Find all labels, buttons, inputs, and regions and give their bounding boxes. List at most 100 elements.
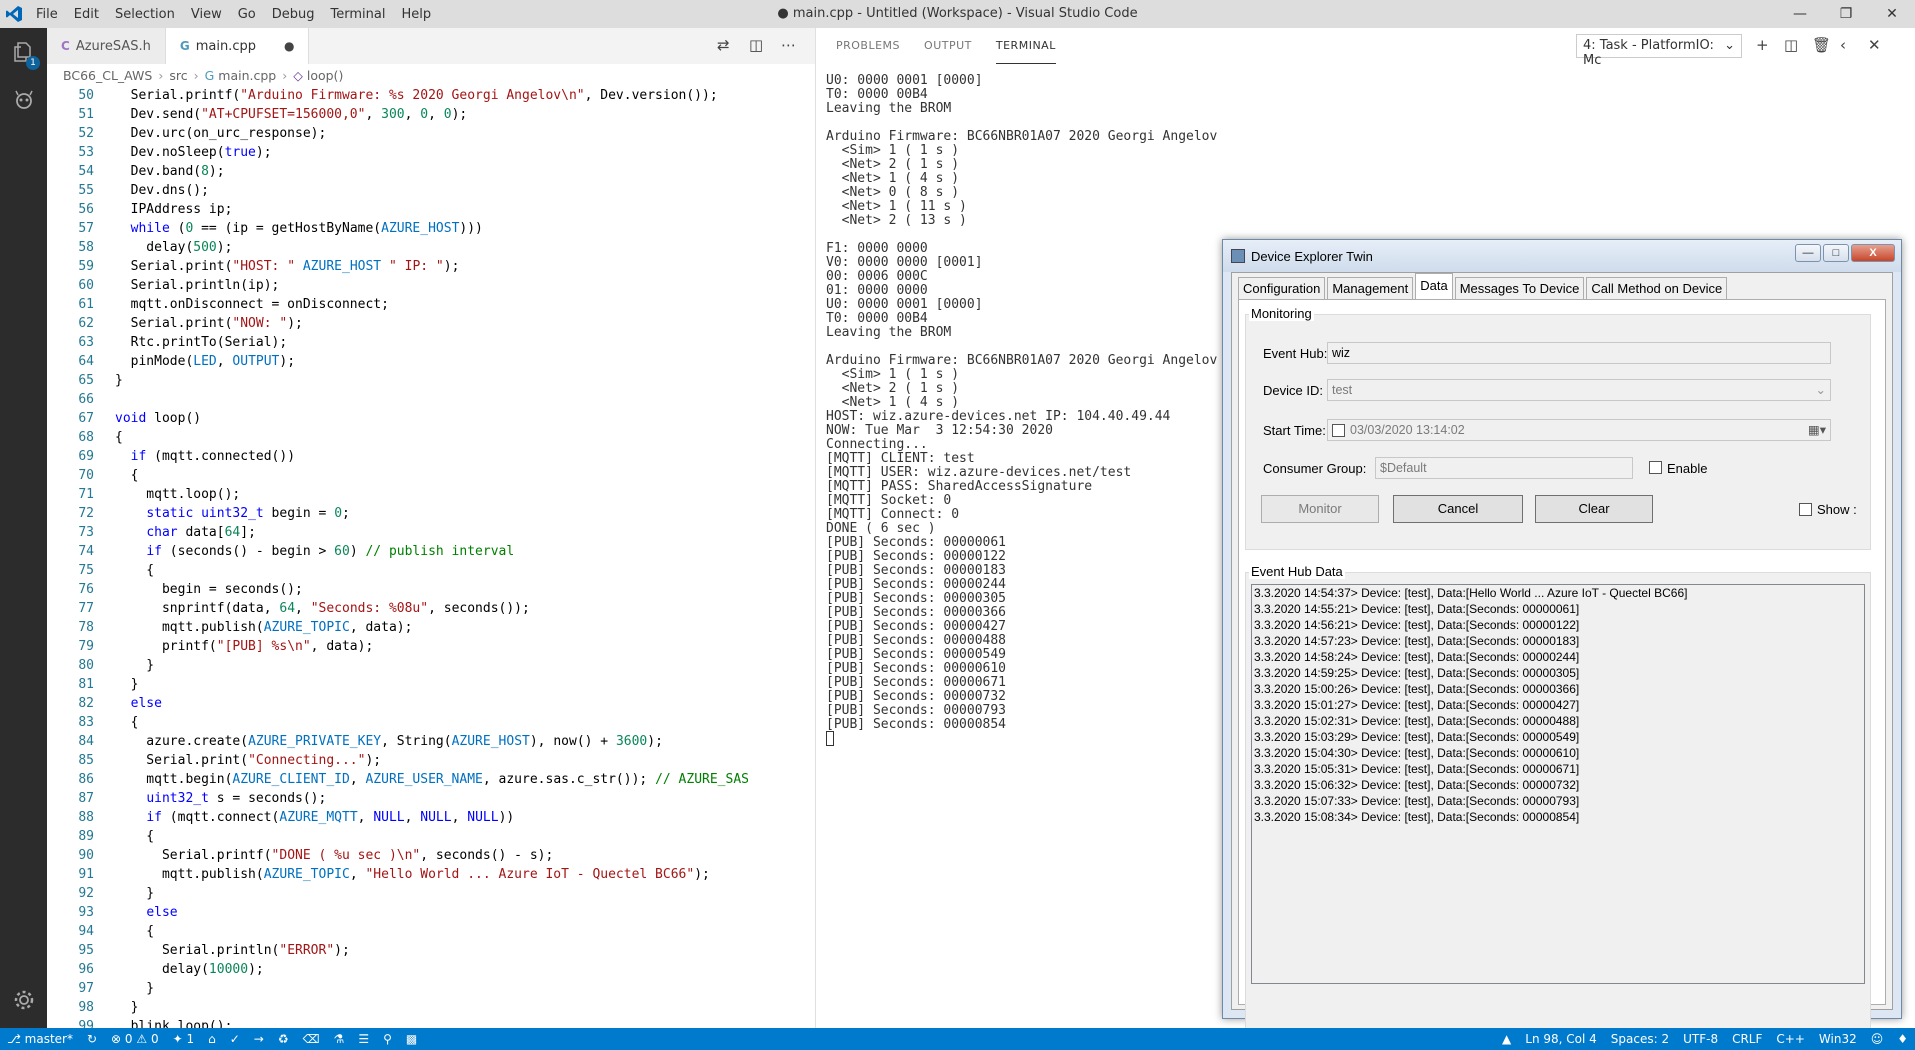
list-item[interactable]: 3.3.2020 15:04:30> Device: [test], Data:… bbox=[1252, 745, 1864, 761]
tab-main-cpp[interactable]: G main.cpp ● bbox=[165, 28, 310, 64]
code-editor[interactable]: 50 51 52 53 54 55 56 57 58 59 60 61 62 63 64 65 66 67 68 69… bbox=[47, 86, 815, 1028]
tab-output[interactable]: OUTPUT bbox=[924, 28, 972, 64]
menu-view[interactable]: View bbox=[183, 7, 230, 22]
tab-call-method[interactable]: Call Method on Device bbox=[1586, 277, 1728, 299]
settings-gear-icon[interactable] bbox=[0, 978, 47, 1022]
cursor-position[interactable]: Ln 98, Col 4 bbox=[1518, 1032, 1604, 1046]
dialog-minimize-button[interactable]: — bbox=[1795, 244, 1821, 262]
line-number: 93 bbox=[78, 905, 94, 920]
line-ending[interactable]: CRLF bbox=[1725, 1032, 1769, 1046]
open-changes-icon[interactable]: ⇄ bbox=[717, 36, 730, 54]
start-time-checkbox[interactable] bbox=[1332, 424, 1345, 437]
sync-icon[interactable]: ↻ bbox=[80, 1032, 104, 1046]
tab-management[interactable]: Management bbox=[1327, 277, 1414, 299]
menu-selection[interactable]: Selection bbox=[107, 7, 183, 22]
list-item[interactable]: 3.3.2020 14:58:24> Device: [test], Data:… bbox=[1252, 649, 1864, 665]
list-item[interactable]: 3.3.2020 15:00:26> Device: [test], Data:… bbox=[1252, 681, 1864, 697]
close-panel-icon[interactable]: ✕ bbox=[1868, 36, 1881, 54]
tab-problems[interactable]: PROBLEMS bbox=[836, 28, 900, 64]
line-number-gutter: 50 51 52 53 54 55 56 57 58 59 60 61 62 63 64 65 66 67 68 69… bbox=[47, 86, 107, 1028]
terminal-line: F1: 0000 0000 bbox=[826, 241, 928, 256]
menu-edit[interactable]: Edit bbox=[66, 7, 107, 22]
close-window-button[interactable]: ✕ bbox=[1869, 0, 1915, 28]
explorer-icon[interactable]: 1 bbox=[0, 30, 47, 74]
feedback-icon[interactable]: ☺ bbox=[1864, 1032, 1891, 1046]
trash-icon[interactable]: 🗑 bbox=[1812, 36, 1831, 54]
tab-data[interactable]: Data bbox=[1415, 273, 1453, 299]
list-item[interactable]: 3.3.2020 15:08:34> Device: [test], Data:… bbox=[1252, 809, 1864, 825]
breadcrumb-src[interactable]: src bbox=[169, 68, 187, 83]
menu-file[interactable]: File bbox=[28, 7, 66, 22]
code-content[interactable]: Serial.printf("Arduino Firmware: %s 2020… bbox=[115, 86, 749, 1028]
dialog-close-button[interactable]: X bbox=[1851, 244, 1895, 262]
list-item[interactable]: 3.3.2020 14:54:37> Device: [test], Data:… bbox=[1252, 585, 1864, 601]
tab-terminal[interactable]: TERMINAL bbox=[995, 28, 1056, 64]
event-hub-data-list[interactable]: 3.3.2020 14:54:37> Device: [test], Data:… bbox=[1251, 584, 1865, 984]
notifications-bell-icon[interactable]: ♦ bbox=[1890, 1032, 1915, 1046]
tab-azuresas-h[interactable]: C AzureSAS.h bbox=[47, 28, 166, 64]
monitoring-label: Monitoring bbox=[1249, 306, 1314, 321]
unsaved-dot-icon[interactable]: ● bbox=[284, 39, 294, 53]
indentation[interactable]: Spaces: 2 bbox=[1604, 1032, 1676, 1046]
platform[interactable]: Win32 bbox=[1812, 1032, 1864, 1046]
list-item[interactable]: 3.3.2020 14:59:25> Device: [test], Data:… bbox=[1252, 665, 1864, 681]
terminal-icon[interactable]: ▩ bbox=[399, 1032, 424, 1046]
tab-messages-to-device[interactable]: Messages To Device bbox=[1454, 277, 1585, 299]
flame-icon[interactable]: ▲ bbox=[1495, 1032, 1518, 1046]
menu-debug[interactable]: Debug bbox=[264, 7, 323, 22]
upload-arrow-icon[interactable]: → bbox=[247, 1032, 271, 1046]
code-line: mqtt.publish(AZURE_TOPIC, data); bbox=[115, 620, 413, 635]
list-item[interactable]: 3.3.2020 14:56:21> Device: [test], Data:… bbox=[1252, 617, 1864, 633]
more-actions-icon[interactable]: ⋯ bbox=[781, 36, 796, 54]
tasks-item[interactable]: ✦ 1 bbox=[166, 1032, 202, 1046]
event-hub-field[interactable]: wiz bbox=[1327, 342, 1831, 364]
trash-icon[interactable]: ⌫ bbox=[296, 1032, 327, 1046]
breadcrumb-file[interactable]: main.cpp bbox=[218, 68, 276, 83]
list-item[interactable]: 3.3.2020 15:01:27> Device: [test], Data:… bbox=[1252, 697, 1864, 713]
menu-go[interactable]: Go bbox=[230, 7, 264, 22]
show-checkbox[interactable] bbox=[1799, 503, 1812, 516]
breadcrumb-symbol[interactable]: loop() bbox=[307, 68, 343, 83]
start-time-picker[interactable]: 03/03/2020 13:14:02 ▦▾ bbox=[1327, 419, 1831, 441]
list-icon[interactable]: ☰ bbox=[351, 1032, 376, 1046]
consumer-group-field[interactable]: $Default bbox=[1375, 457, 1633, 479]
calendar-icon[interactable]: ▦▾ bbox=[1808, 422, 1826, 437]
test-flask-icon[interactable]: ⚗ bbox=[327, 1032, 352, 1046]
clean-icon[interactable]: ♻ bbox=[271, 1032, 296, 1046]
terminal-select[interactable]: 4: Task - PlatformIO: Mc ⌄ bbox=[1576, 34, 1742, 68]
monitor-button[interactable]: Monitor bbox=[1261, 495, 1379, 523]
git-branch-item[interactable]: ⎇ master* bbox=[0, 1032, 80, 1046]
chevron-left-icon[interactable]: ‹ bbox=[1840, 36, 1846, 54]
menu-terminal[interactable]: Terminal bbox=[323, 7, 394, 22]
tab-configuration[interactable]: Configuration bbox=[1238, 277, 1326, 299]
list-item[interactable]: 3.3.2020 15:02:31> Device: [test], Data:… bbox=[1252, 713, 1864, 729]
list-item[interactable]: 3.3.2020 15:06:32> Device: [test], Data:… bbox=[1252, 777, 1864, 793]
restore-button[interactable]: ❐ bbox=[1823, 0, 1869, 28]
list-item[interactable]: 3.3.2020 15:05:31> Device: [test], Data:… bbox=[1252, 761, 1864, 777]
split-terminal-icon[interactable]: ◫ bbox=[1784, 36, 1798, 54]
terminal-output[interactable]: U0: 0000 0001 [0000] T0: 0000 00B4 Leaving… bbox=[826, 72, 1217, 747]
list-item[interactable]: 3.3.2020 15:07:33> Device: [test], Data:… bbox=[1252, 793, 1864, 809]
list-item[interactable]: 3.3.2020 14:55:21> Device: [test], Data:… bbox=[1252, 601, 1864, 617]
new-terminal-icon[interactable]: + bbox=[1756, 36, 1769, 54]
code-line: } bbox=[115, 886, 155, 901]
device-id-select[interactable]: test ⌄ bbox=[1327, 379, 1831, 401]
enable-checkbox[interactable] bbox=[1649, 461, 1662, 474]
list-item[interactable]: 3.3.2020 15:03:29> Device: [test], Data:… bbox=[1252, 729, 1864, 745]
breadcrumb-folder[interactable]: BC66_CL_AWS bbox=[63, 68, 152, 83]
home-icon[interactable]: ⌂ bbox=[201, 1032, 223, 1046]
encoding[interactable]: UTF-8 bbox=[1676, 1032, 1725, 1046]
menu-help[interactable]: Help bbox=[393, 7, 439, 22]
build-check-icon[interactable]: ✓ bbox=[223, 1032, 247, 1046]
clear-button[interactable]: Clear bbox=[1535, 495, 1653, 523]
problems-item[interactable]: ⊗ 0 ⚠ 0 bbox=[104, 1032, 166, 1046]
code-line: Rtc.printTo(Serial); bbox=[115, 335, 288, 350]
split-editor-icon[interactable]: ◫ bbox=[749, 36, 763, 54]
minimize-button[interactable]: — bbox=[1777, 0, 1823, 28]
language-mode[interactable]: C++ bbox=[1769, 1032, 1812, 1046]
dialog-maximize-button[interactable]: □ bbox=[1823, 244, 1849, 262]
cancel-button[interactable]: Cancel bbox=[1393, 495, 1523, 523]
plug-icon[interactable]: ⚲ bbox=[376, 1032, 399, 1046]
list-item[interactable]: 3.3.2020 14:57:23> Device: [test], Data:… bbox=[1252, 633, 1864, 649]
platformio-icon[interactable] bbox=[0, 78, 47, 122]
